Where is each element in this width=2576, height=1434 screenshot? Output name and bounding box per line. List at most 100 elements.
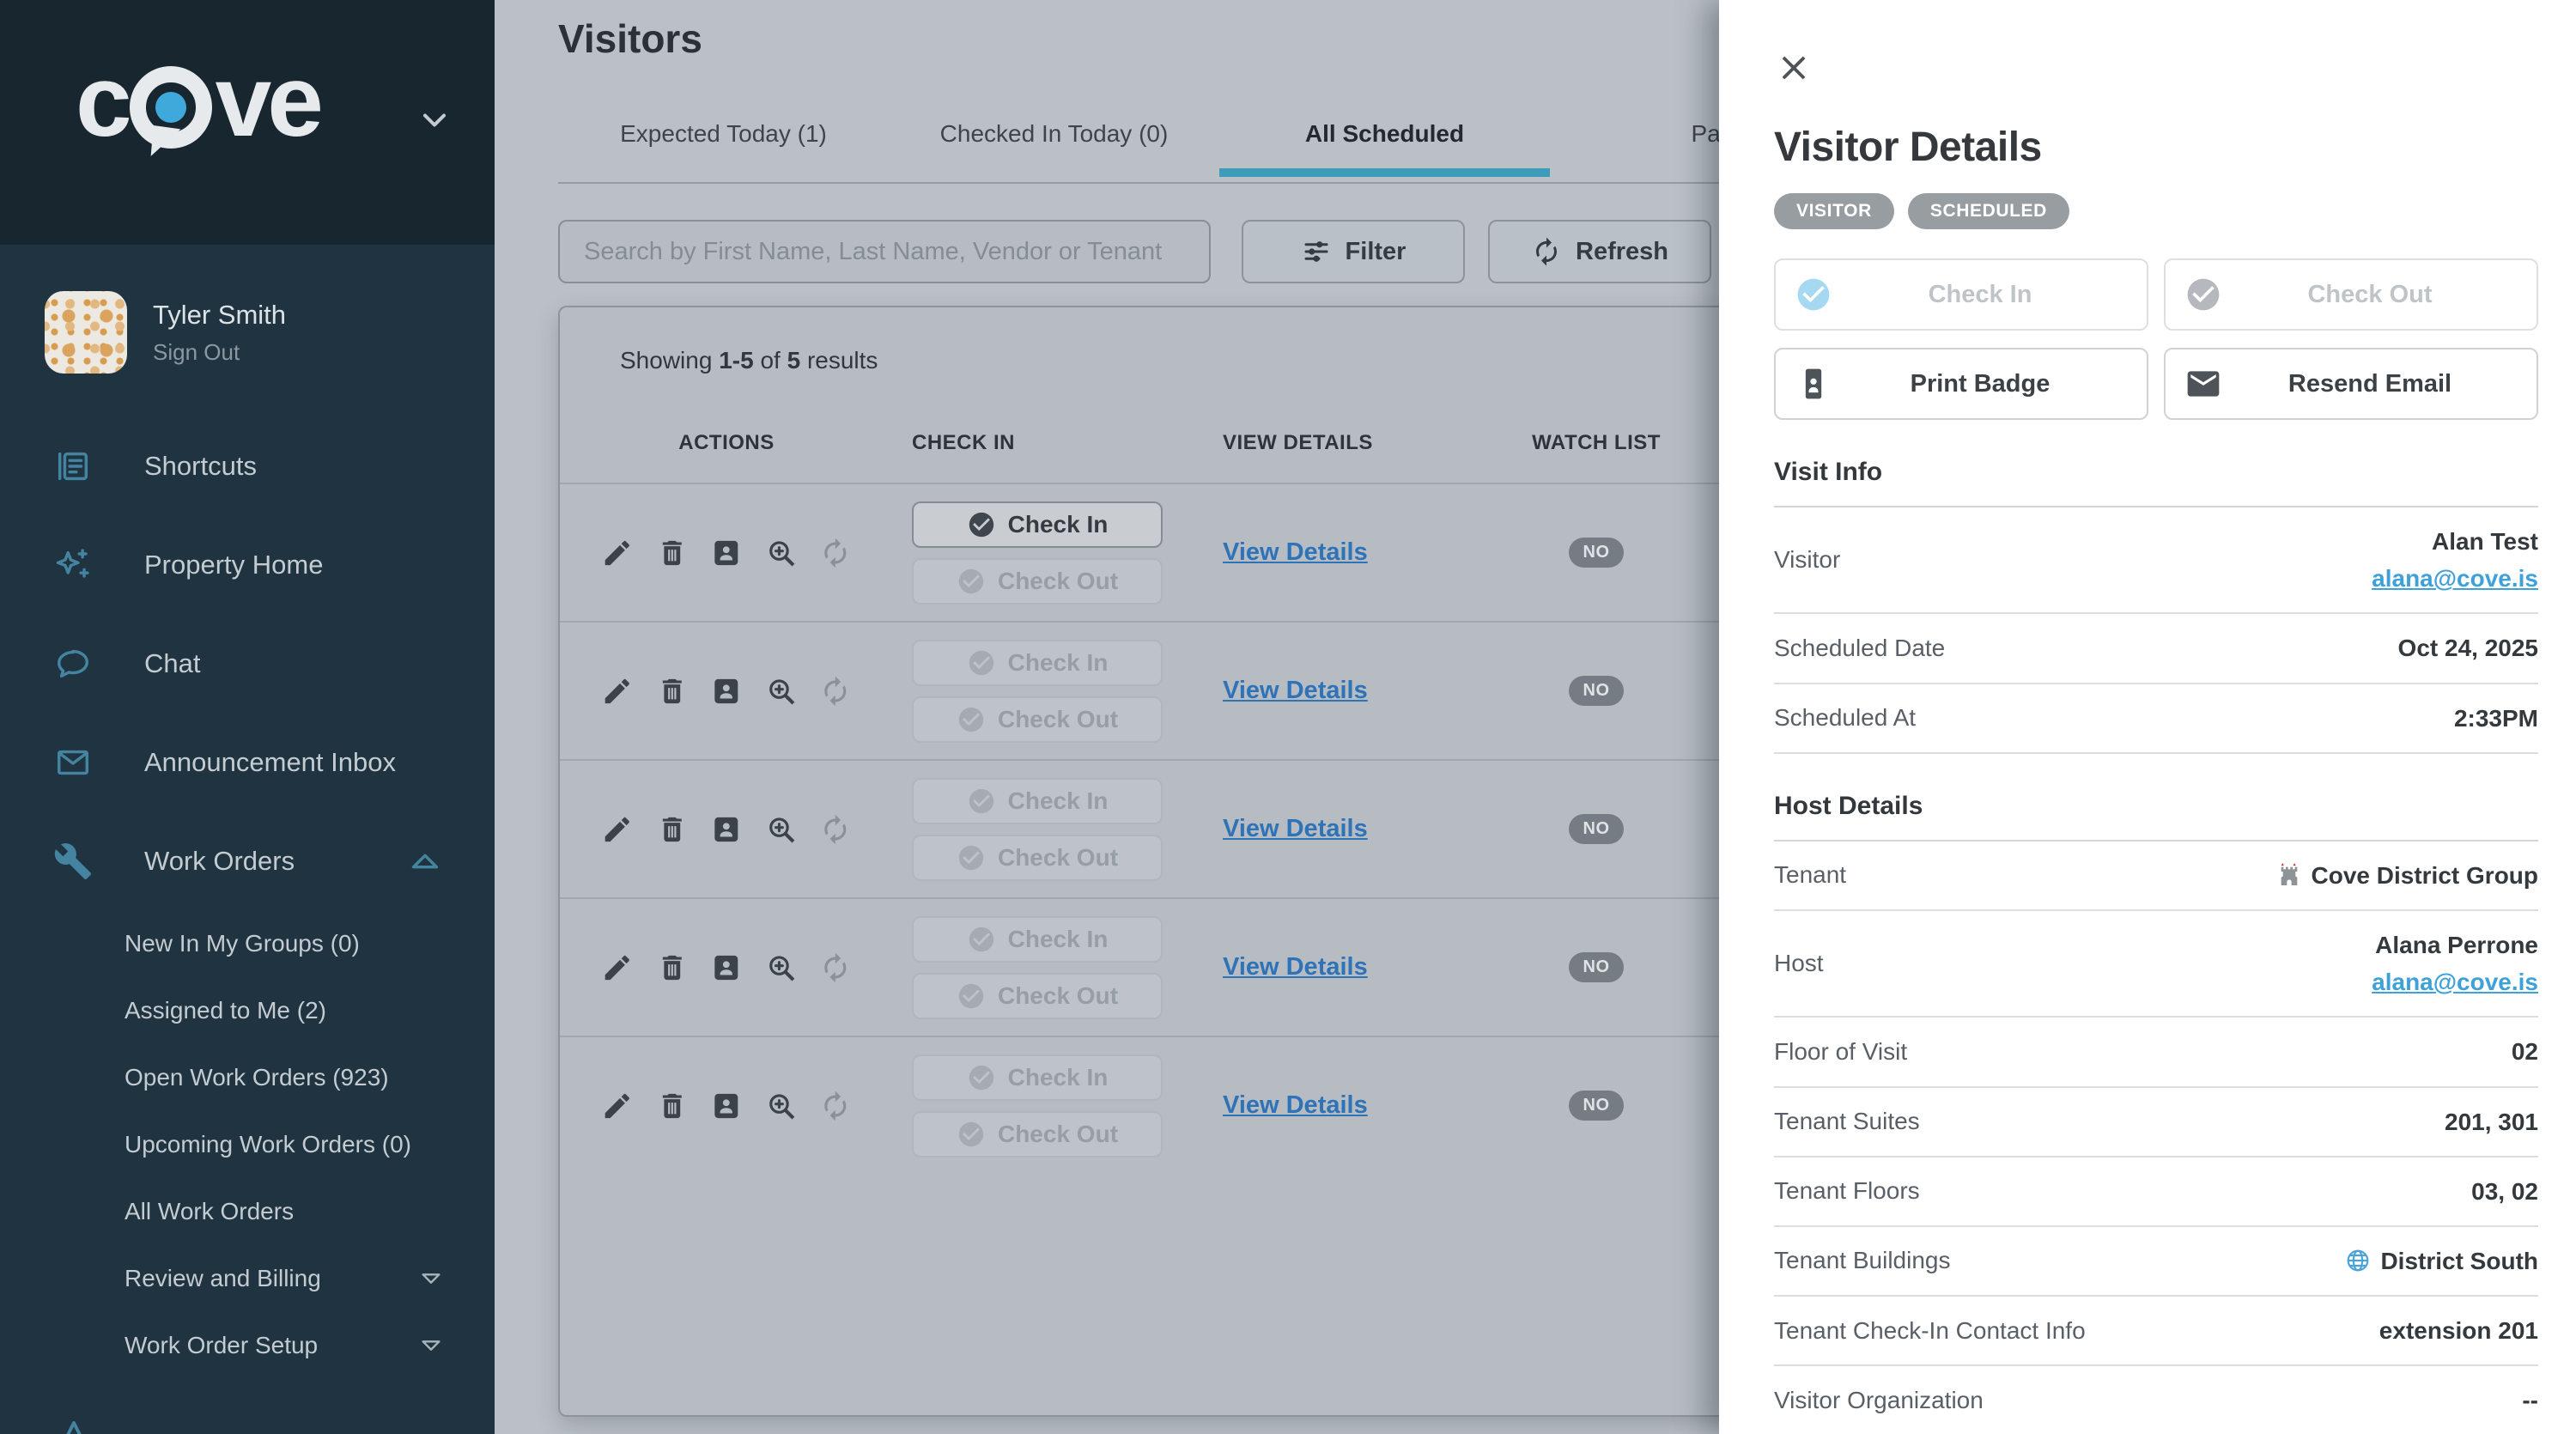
check-in-button[interactable]: Check In	[912, 1054, 1163, 1101]
chevron-down-icon[interactable]	[416, 101, 453, 139]
avatar[interactable]	[45, 291, 127, 374]
sign-out-link[interactable]: Sign Out	[153, 339, 286, 366]
sidebar-header: c ve	[0, 0, 495, 245]
pencil-icon[interactable]	[601, 675, 634, 708]
check-in-button[interactable]: Check In	[1774, 258, 2148, 331]
pencil-icon[interactable]	[601, 537, 634, 569]
check-out-button[interactable]: Check Out	[912, 973, 1163, 1019]
check-in-button[interactable]: Check In	[912, 778, 1163, 824]
sidebar-item-property-home[interactable]: Property Home	[0, 515, 495, 614]
trash-icon[interactable]	[656, 813, 689, 846]
watch-list-badge: NO	[1569, 952, 1624, 982]
watch-list-badge: NO	[1569, 676, 1624, 706]
view-details-link[interactable]: View Details	[1223, 538, 1368, 566]
sidebar-subitem-work-order-setup[interactable]: Work Order Setup	[0, 1312, 495, 1379]
check-in-button[interactable]: Check In	[912, 640, 1163, 686]
contact-card-icon[interactable]	[710, 1090, 743, 1122]
refresh-icon[interactable]	[819, 813, 852, 846]
trash-icon[interactable]	[656, 537, 689, 569]
search-plus-icon[interactable]	[765, 813, 798, 846]
view-details-link[interactable]: View Details	[1223, 815, 1368, 842]
refresh-button[interactable]: Refresh	[1488, 220, 1711, 283]
detail-label: Visitor Organization	[1774, 1387, 1984, 1414]
sidebar-item-label: Announcement Inbox	[144, 747, 396, 778]
check-out-label: Check Out	[998, 1121, 1118, 1148]
check-out-button[interactable]: Check Out	[2164, 258, 2538, 331]
search-input[interactable]	[558, 220, 1211, 283]
view-details-link[interactable]: View Details	[1223, 677, 1368, 704]
search-plus-icon[interactable]	[765, 951, 798, 984]
pencil-icon[interactable]	[601, 1090, 634, 1122]
trash-icon[interactable]	[656, 951, 689, 984]
email-link[interactable]: alana@cove.is	[2372, 562, 2538, 595]
search-plus-icon[interactable]	[765, 675, 798, 708]
column-header-actions: ACTIONS	[601, 431, 852, 455]
table-header-row: ACTIONSCHECK INVIEW DETAILSWATCH LIST	[560, 404, 1750, 483]
detail-row-tenant-floors: Tenant Floors 03, 02	[1774, 1158, 2538, 1227]
sidebar-subitem-new-in-my-groups-0[interactable]: New In My Groups (0)	[0, 910, 495, 977]
trash-icon[interactable]	[656, 675, 689, 708]
results-of: of	[760, 347, 780, 374]
contact-card-icon[interactable]	[710, 813, 743, 846]
refresh-icon[interactable]	[819, 675, 852, 708]
actions-cell	[601, 1090, 852, 1122]
chat-icon	[53, 644, 93, 684]
check-in-button[interactable]: Check In	[912, 501, 1163, 548]
refresh-icon[interactable]	[819, 951, 852, 984]
check-in-label: Check In	[1008, 1064, 1109, 1091]
search-plus-icon[interactable]	[765, 1090, 798, 1122]
watch-list-cell: NO	[1523, 676, 1669, 706]
sidebar-subitem-assigned-to-me-2[interactable]: Assigned to Me (2)	[0, 977, 495, 1044]
check-out-button[interactable]: Check Out	[912, 1111, 1163, 1158]
sidebar-subitem-open-work-orders-923[interactable]: Open Work Orders (923)	[0, 1044, 495, 1111]
filter-button[interactable]: Filter	[1242, 220, 1465, 283]
tabs: Expected Today (1)Checked In Today (0)Al…	[558, 120, 1880, 177]
print-badge-button[interactable]: Print Badge	[1774, 348, 2148, 420]
sidebar-item-work-orders[interactable]: Work Orders	[0, 811, 495, 910]
tab-checked-in-today-0[interactable]: Checked In Today (0)	[889, 120, 1219, 177]
check-in-label: Check In	[1008, 926, 1109, 953]
results-summary: Showing 1-5 of 5 results	[560, 307, 1750, 404]
table-body: Check In Check Out View Details NO Check…	[560, 483, 1750, 1174]
check-in-button[interactable]: Check In	[912, 916, 1163, 963]
email-link[interactable]: alana@cove.is	[2372, 965, 2538, 999]
view-details-link[interactable]: View Details	[1223, 953, 1368, 981]
user-name: Tyler Smith	[153, 300, 286, 331]
results-total: 5	[787, 347, 801, 374]
sidebar-subitem-review-and-billing[interactable]: Review and Billing	[0, 1245, 495, 1312]
tab-all-scheduled[interactable]: All Scheduled	[1219, 120, 1550, 177]
table-row: Check In Check Out View Details NO	[560, 897, 1750, 1036]
pencil-icon[interactable]	[601, 951, 634, 984]
sidebar-subitem-upcoming-work-orders-0[interactable]: Upcoming Work Orders (0)	[0, 1111, 495, 1178]
pencil-icon[interactable]	[601, 813, 634, 846]
sidebar-item-announcement-inbox[interactable]: Announcement Inbox	[0, 713, 495, 811]
sidebar-item-chat[interactable]: Chat	[0, 614, 495, 713]
resend-email-button[interactable]: Resend Email	[2164, 348, 2538, 420]
sidebar-item-shortcuts[interactable]: Shortcuts	[0, 416, 495, 515]
close-icon[interactable]	[1774, 48, 1814, 88]
check-out-label: Check Out	[998, 982, 1118, 1010]
check-circle-icon	[967, 1063, 996, 1092]
badge-icon	[1795, 365, 1832, 403]
contact-card-icon[interactable]	[710, 675, 743, 708]
search-plus-icon[interactable]	[765, 537, 798, 569]
refresh-icon[interactable]	[819, 537, 852, 569]
check-circle-icon	[967, 648, 996, 678]
check-circle-icon	[967, 510, 996, 539]
tab-expected-today-1[interactable]: Expected Today (1)	[558, 120, 889, 177]
results-suffix: results	[807, 347, 878, 374]
check-out-button[interactable]: Check Out	[912, 696, 1163, 743]
view-details-link[interactable]: View Details	[1223, 1091, 1368, 1119]
detail-value: Alana Perronealana@cove.is	[2372, 928, 2538, 999]
detail-value-text: 201, 301	[2445, 1105, 2538, 1139]
refresh-icon[interactable]	[819, 1090, 852, 1122]
check-out-button[interactable]: Check Out	[912, 558, 1163, 605]
contact-card-icon[interactable]	[710, 537, 743, 569]
user-section: Tyler Smith Sign Out	[45, 291, 495, 374]
trash-icon[interactable]	[656, 1090, 689, 1122]
contact-card-icon[interactable]	[710, 951, 743, 984]
check-out-button[interactable]: Check Out	[912, 835, 1163, 881]
partial-nav-icon	[52, 1412, 96, 1434]
refresh-icon	[1531, 236, 1562, 267]
sidebar-subitem-all-work-orders[interactable]: All Work Orders	[0, 1178, 495, 1245]
